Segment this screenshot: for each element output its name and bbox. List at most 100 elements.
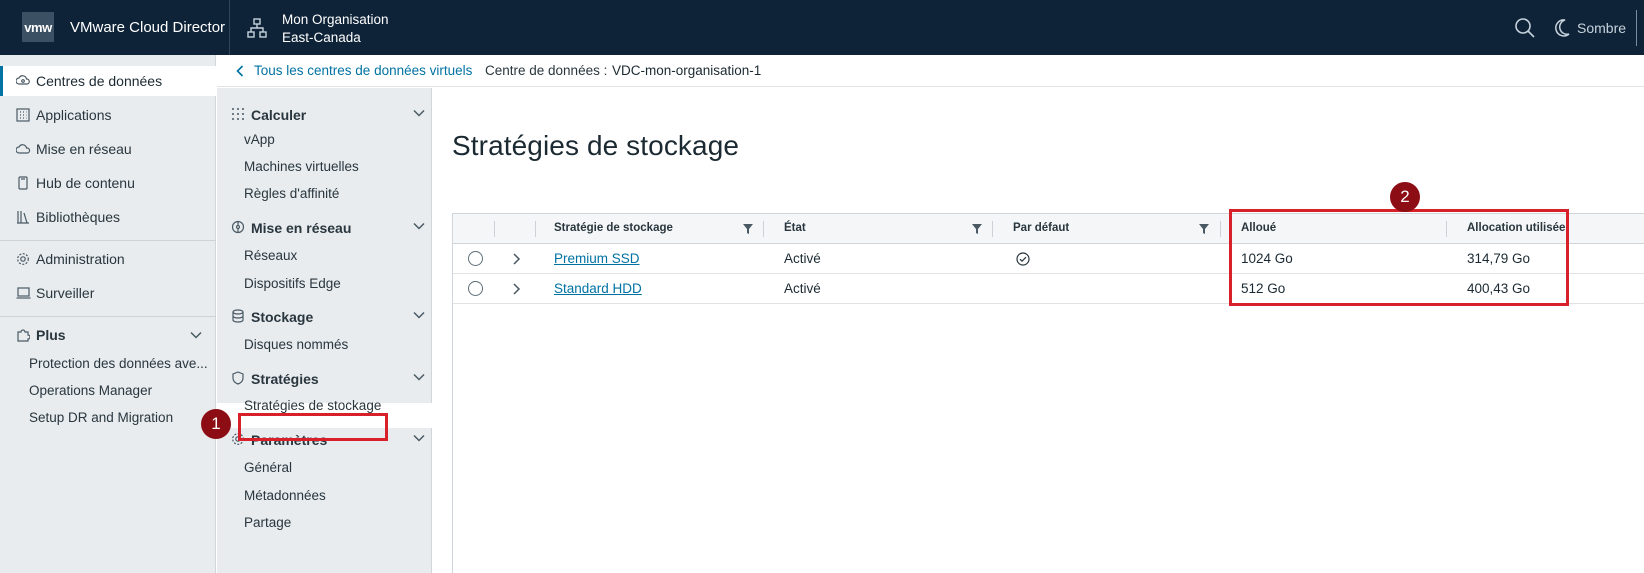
nav-item-content-hub[interactable]: Hub de contenu bbox=[0, 168, 216, 198]
chevron-right-icon[interactable] bbox=[509, 282, 523, 296]
section-title: Stockage bbox=[251, 309, 314, 325]
chevron-down-icon bbox=[413, 373, 425, 381]
shield-icon bbox=[231, 371, 247, 387]
annotation-badge-2: 2 bbox=[1390, 182, 1420, 212]
secnav-item-named-disks[interactable]: Disques nommés bbox=[244, 337, 348, 352]
column-separator bbox=[1220, 221, 1221, 237]
secnav-item-vms[interactable]: Machines virtuelles bbox=[244, 159, 359, 174]
chevron-down-icon bbox=[413, 109, 425, 117]
row-select-radio[interactable] bbox=[468, 281, 483, 296]
organization-name: Mon Organisation bbox=[282, 12, 389, 27]
filter-icon[interactable] bbox=[972, 224, 982, 234]
organization-switcher[interactable]: Mon Organisation East-Canada bbox=[282, 11, 389, 47]
puzzle-icon bbox=[15, 327, 31, 343]
policy-link[interactable]: Premium SSD bbox=[554, 251, 640, 266]
state-cell: Activé bbox=[784, 281, 821, 296]
secnav-item-general[interactable]: Général bbox=[244, 460, 292, 475]
section-storage[interactable]: Stockage bbox=[231, 306, 425, 328]
vmware-logo[interactable]: vmw bbox=[22, 12, 54, 42]
column-separator bbox=[992, 221, 993, 237]
search-icon[interactable] bbox=[1514, 17, 1536, 39]
top-header: vmw VMware Cloud Director Mon Organisati… bbox=[0, 0, 1644, 55]
moon-icon bbox=[1555, 19, 1570, 37]
nav-divider bbox=[0, 240, 216, 241]
column-header-default[interactable]: Par défaut bbox=[1013, 222, 1069, 234]
grid-dots-icon bbox=[231, 107, 247, 123]
annotation-badge-1: 1 bbox=[201, 409, 231, 439]
section-title: Stratégies bbox=[251, 371, 319, 387]
secnav-item-storage-policies[interactable]: Stratégies de stockage bbox=[244, 398, 381, 413]
chevron-down-icon bbox=[190, 331, 202, 339]
header-divider bbox=[229, 0, 230, 55]
nav-group-plus[interactable]: Plus bbox=[0, 320, 216, 350]
monitor-icon bbox=[15, 285, 31, 301]
nav-item-administration[interactable]: Administration bbox=[0, 244, 216, 274]
filter-icon[interactable] bbox=[743, 224, 753, 234]
policy-link[interactable]: Standard HDD bbox=[554, 281, 642, 296]
datacenter-value: VDC-mon-organisation-1 bbox=[612, 63, 762, 78]
section-networking[interactable]: Mise en réseau bbox=[231, 217, 425, 239]
annotation-box-2 bbox=[1229, 209, 1569, 306]
nav-item-applications[interactable]: Applications bbox=[0, 100, 216, 130]
nav-item-datacenters[interactable]: Centres de données bbox=[0, 66, 216, 96]
vdc-secondary-nav: Calculer vApp Machines virtuelles Règles… bbox=[217, 88, 432, 573]
secnav-item-edges[interactable]: Dispositifs Edge bbox=[244, 276, 341, 291]
secnav-item-networks[interactable]: Réseaux bbox=[244, 248, 297, 263]
primary-sidebar: Centres de données Applications Mise en … bbox=[0, 55, 216, 573]
applications-icon bbox=[15, 107, 31, 123]
filter-icon[interactable] bbox=[1199, 224, 1209, 234]
datacenter-label: Centre de données : bbox=[485, 63, 608, 78]
nav-item-networking[interactable]: Mise en réseau bbox=[0, 134, 216, 164]
chevron-left-icon bbox=[236, 64, 244, 77]
database-icon bbox=[231, 309, 247, 325]
chevron-down-icon bbox=[413, 434, 425, 442]
section-title: Mise en réseau bbox=[251, 220, 352, 236]
theme-toggle[interactable]: Sombre bbox=[1553, 17, 1626, 39]
back-to-vdcs-link[interactable]: Tous les centres de données virtuels bbox=[236, 63, 472, 78]
section-title: Calculer bbox=[251, 107, 307, 123]
section-compute[interactable]: Calculer bbox=[231, 104, 425, 126]
nav-item-libraries[interactable]: Bibliothèques bbox=[0, 202, 216, 232]
secnav-item-metadata[interactable]: Métadonnées bbox=[244, 488, 326, 503]
cloud-network-icon bbox=[15, 141, 31, 157]
nav-label: Mise en réseau bbox=[36, 141, 132, 157]
back-link-label: Tous les centres de données virtuels bbox=[254, 63, 473, 78]
datacenter-icon bbox=[15, 73, 31, 89]
column-separator bbox=[763, 221, 764, 237]
libraries-icon bbox=[15, 209, 31, 225]
content-hub-icon bbox=[15, 175, 31, 191]
column-header-policy[interactable]: Stratégie de stockage bbox=[554, 222, 673, 234]
organization-site: East-Canada bbox=[282, 30, 361, 45]
nav-label: Administration bbox=[36, 251, 125, 267]
nav-label: Bibliothèques bbox=[36, 209, 121, 225]
gear-icon bbox=[15, 251, 31, 267]
chevron-right-icon[interactable] bbox=[509, 252, 523, 266]
column-header-state[interactable]: État bbox=[784, 222, 806, 234]
annotation-box-1 bbox=[238, 413, 388, 441]
nav-label: Centres de données bbox=[36, 73, 163, 89]
nav-divider bbox=[0, 316, 216, 317]
secnav-item-sharing[interactable]: Partage bbox=[244, 515, 291, 530]
header-divider-right bbox=[1636, 10, 1637, 46]
chevron-down-icon bbox=[413, 311, 425, 319]
nav-subitem-setup-dr[interactable]: Setup DR and Migration bbox=[29, 410, 209, 425]
nav-label: Applications bbox=[36, 107, 112, 123]
policy-name-cell: Premium SSD bbox=[554, 251, 640, 266]
column-separator bbox=[535, 221, 536, 237]
secnav-item-vapp[interactable]: vApp bbox=[244, 132, 275, 147]
theme-label: Sombre bbox=[1577, 20, 1627, 36]
state-cell: Activé bbox=[784, 251, 821, 266]
organization-icon bbox=[247, 18, 267, 38]
nav-item-monitor[interactable]: Surveiller bbox=[0, 278, 216, 308]
nav-subitem-data-protection[interactable]: Protection des données ave... bbox=[29, 356, 209, 371]
app-name[interactable]: VMware Cloud Director bbox=[70, 19, 225, 36]
chevron-down-icon bbox=[413, 222, 425, 230]
network-icon bbox=[231, 220, 247, 236]
row-select-radio[interactable] bbox=[468, 251, 483, 266]
nav-label: Surveiller bbox=[36, 285, 95, 301]
secnav-item-affinity[interactable]: Règles d'affinité bbox=[244, 186, 339, 201]
nav-subitem-operations-manager[interactable]: Operations Manager bbox=[29, 383, 209, 398]
section-policies[interactable]: Stratégies bbox=[231, 368, 425, 390]
default-check-icon bbox=[1016, 252, 1030, 266]
column-separator bbox=[494, 221, 495, 237]
